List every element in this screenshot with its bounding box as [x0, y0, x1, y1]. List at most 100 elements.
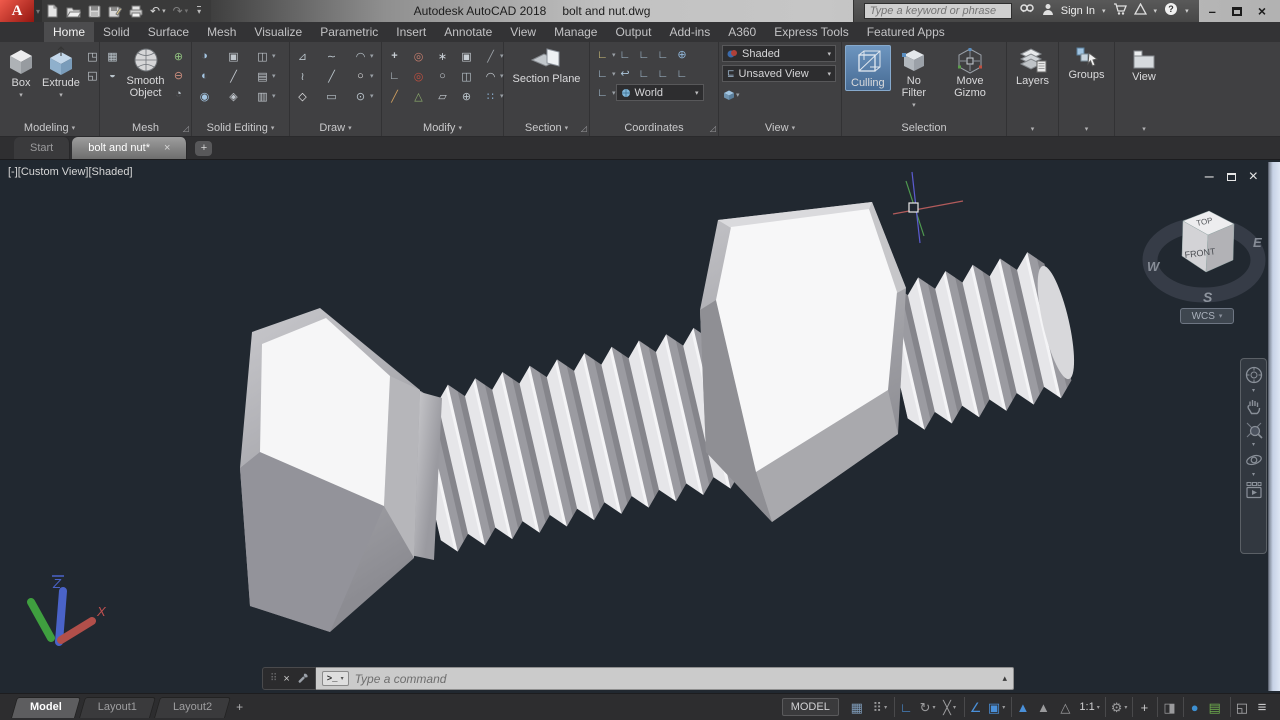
culling-button[interactable]: Culling — [845, 45, 891, 91]
tab-a360[interactable]: A360 — [719, 22, 765, 42]
mesh-launcher-icon[interactable]: ◿ — [183, 124, 189, 133]
workspace-icon[interactable]: ⚙▾ — [1105, 697, 1130, 717]
ucs-origin-icon[interactable]: ∟ — [654, 46, 673, 64]
layout-tab-model[interactable]: Model — [14, 697, 78, 718]
mesh-primitive-icon[interactable]: ▦ — [103, 48, 122, 64]
move-gizmo-button[interactable]: Move Gizmo — [937, 45, 1003, 100]
tab-view[interactable]: View — [501, 22, 545, 42]
tab-visualize[interactable]: Visualize — [245, 22, 311, 42]
command-dock-handle[interactable]: ⠿ × — [262, 667, 316, 690]
hardware-acceleration-icon[interactable]: ● — [1183, 697, 1205, 717]
viewcube-east-label[interactable]: E — [1253, 235, 1262, 250]
draw-panel-label[interactable]: Draw▾ — [293, 120, 378, 136]
file-tab-active[interactable]: bolt and nut* × — [72, 137, 187, 159]
spline-cv-icon[interactable]: ≀ — [293, 67, 322, 85]
extrude-button[interactable]: Extrude ▾ — [39, 45, 83, 103]
rotate-gizmo-icon[interactable]: ◎ — [409, 47, 433, 65]
polygon-icon[interactable]: ◇ — [293, 87, 322, 105]
ucs-named-icon[interactable]: ∟ — [616, 46, 635, 64]
mesh-panel-label[interactable]: Mesh — [103, 120, 188, 136]
undo-icon[interactable]: ↶▾ — [150, 5, 166, 17]
annotation-scale-value[interactable]: 1:1▾ — [1077, 697, 1101, 717]
panel-view-tools[interactable]: View ▾ — [1115, 42, 1173, 136]
ucs-z-axis-icon[interactable]: ∟ — [635, 65, 654, 83]
section-plane-button[interactable]: Section Plane — [510, 45, 584, 86]
tab-annotate[interactable]: Annotate — [435, 22, 501, 42]
polar-tracking-icon[interactable]: ↻▾ — [917, 697, 939, 717]
spline-fit-icon[interactable]: ∼ — [322, 47, 351, 65]
solid-editing-panel-label[interactable]: Solid Editing▾ — [195, 120, 286, 136]
app-menu-caret-icon[interactable]: ▾ — [34, 7, 42, 16]
tab-output[interactable]: Output — [606, 22, 660, 42]
clean-screen-icon[interactable]: ◱ — [1230, 697, 1252, 717]
no-filter-button[interactable]: No Filter ▾ — [891, 45, 937, 113]
new-drawing-button[interactable]: + — [195, 141, 212, 156]
3d-align-icon[interactable]: ∟ — [385, 67, 409, 85]
save-as-icon[interactable] — [108, 5, 122, 18]
zoom-menu-caret-icon[interactable]: ▾ — [1252, 442, 1255, 448]
drag-grip-icon[interactable]: ⠿ — [270, 673, 277, 684]
coordinates-launcher-icon[interactable]: ◿ — [710, 124, 716, 133]
close-button[interactable]: × — [1258, 3, 1266, 19]
smooth-object-button[interactable]: Smooth Object — [122, 45, 169, 100]
polyline-icon[interactable]: ⊿ — [293, 47, 322, 65]
new-file-icon[interactable] — [46, 4, 59, 18]
save-icon[interactable] — [88, 5, 101, 18]
signin-label[interactable]: Sign In — [1061, 5, 1095, 17]
groups-expand[interactable]: ▾ — [1085, 122, 1089, 136]
line-icon[interactable]: ╱ — [322, 67, 351, 85]
ellipse-icon[interactable]: ⊙▾ — [351, 87, 380, 105]
ucs-x-icon[interactable]: ∟▾ — [593, 65, 616, 83]
smooth-more-icon[interactable]: ⊕ — [169, 48, 188, 64]
separate-icon[interactable]: ▥▾ — [253, 87, 282, 105]
view-cube[interactable]: W S E TOP FRONT — [1140, 185, 1275, 310]
command-prompt-icon[interactable]: >_▾ — [322, 671, 349, 686]
brush-icon[interactable]: ╱ — [385, 87, 409, 105]
3d-rotate-icon[interactable]: ◎ — [409, 67, 433, 85]
object-snap-icon[interactable]: ▣▾ — [986, 697, 1008, 717]
a360-icon[interactable] — [1134, 2, 1147, 20]
grid-icon[interactable]: ▦ — [847, 697, 869, 717]
slice-icon[interactable]: ╱ — [224, 67, 253, 85]
showmotion-icon[interactable] — [1244, 480, 1264, 500]
view-tools-expand[interactable]: ▾ — [1142, 122, 1146, 136]
layout-tab-layout1[interactable]: Layout1 — [82, 697, 153, 718]
snap-icon[interactable]: ⠿▾ — [869, 697, 891, 717]
redo-icon[interactable]: ↷▾ — [173, 5, 189, 17]
panel-groups[interactable]: Groups ▾ — [1059, 42, 1115, 136]
subtract-icon[interactable]: ◐ — [195, 67, 224, 85]
wheel-menu-caret-icon[interactable]: ▾ — [1252, 388, 1255, 394]
signin-caret-icon[interactable]: ▾ — [1102, 7, 1106, 15]
graphics-performance-icon[interactable]: ▤ — [1205, 697, 1227, 717]
command-history-icon[interactable]: ▴ — [1002, 673, 1007, 684]
ucs-view-icon[interactable]: ∟ — [635, 46, 654, 64]
circle-icon[interactable]: ○▾ — [351, 67, 380, 85]
rectangle-icon[interactable]: ▭ — [322, 87, 351, 105]
layout-tab-layout2[interactable]: Layout2 — [157, 697, 228, 718]
ucs-previous-icon[interactable]: ↩ — [616, 65, 635, 83]
drawing-close-button[interactable]: × — [1249, 168, 1258, 186]
help-icon[interactable]: ? — [1164, 2, 1178, 21]
tab-home[interactable]: Home — [44, 22, 94, 42]
customize-wrench-icon[interactable] — [296, 673, 308, 685]
restore-button[interactable] — [1232, 7, 1242, 16]
tab-surface[interactable]: Surface — [139, 22, 198, 42]
new-layout-button[interactable]: + — [236, 700, 243, 714]
search-input[interactable] — [864, 3, 1012, 19]
axis-icon[interactable]: △ — [409, 87, 433, 105]
isolate-objects-icon[interactable]: ◨ — [1157, 697, 1179, 717]
section-panel-label[interactable]: Section▾ — [507, 120, 586, 136]
coordinates-panel-label[interactable]: Coordinates — [593, 120, 715, 136]
named-view-dropdown[interactable]: ⊑ Unsaved View ▾ — [722, 65, 836, 82]
cart-icon[interactable] — [1113, 2, 1127, 20]
drawing-minimize-button[interactable]: – — [1205, 168, 1214, 186]
mirror-icon[interactable]: ◫ — [457, 67, 481, 85]
command-input[interactable]: >_▾ Type a command ▴ — [316, 667, 1014, 690]
scale-icon[interactable]: ▱ — [433, 87, 457, 105]
box-button[interactable]: Box ▾ — [3, 45, 39, 103]
viewcube-west-label[interactable]: W — [1147, 259, 1161, 274]
tab-featured-apps[interactable]: Featured Apps — [858, 22, 954, 42]
pan-arrows-icon[interactable]: ∗ — [433, 47, 457, 65]
viewport-config-button[interactable]: ▾ — [722, 86, 740, 104]
tab-manage[interactable]: Manage — [545, 22, 606, 42]
